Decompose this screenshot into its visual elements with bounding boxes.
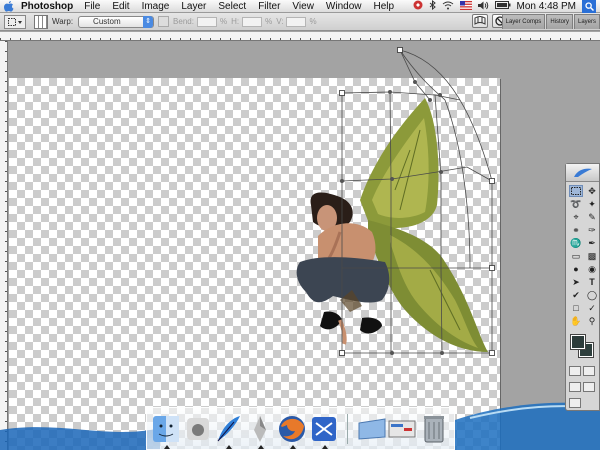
spotlight-icon[interactable] [582, 0, 596, 13]
bluetooth-icon[interactable] [429, 0, 436, 13]
pen-tool-icon[interactable]: ✔ [569, 289, 583, 301]
standard-mode-icon[interactable] [569, 366, 581, 376]
flag-icon[interactable] [459, 0, 472, 13]
h-distortion-field[interactable] [242, 16, 263, 27]
transform-icon [8, 17, 22, 26]
menu-help[interactable]: Help [368, 1, 401, 12]
palette-well: Layer Comps History Layers [501, 14, 600, 29]
feather-icon[interactable] [213, 413, 243, 449]
slice-tool-icon[interactable]: ✎ [585, 211, 599, 223]
menu-extras: Mon 4:48 PM [413, 0, 600, 13]
dodge-tool-icon[interactable]: ◉ [585, 263, 599, 275]
type-tool-icon[interactable]: T [585, 276, 599, 288]
menu-filter[interactable]: Filter [252, 1, 286, 12]
v-distortion-field[interactable] [286, 16, 307, 27]
screen-mode-row [566, 379, 599, 395]
document-canvas[interactable] [9, 78, 500, 450]
battery-icon[interactable] [494, 1, 511, 12]
tab-layers[interactable]: Layers [573, 14, 600, 29]
foreground-color-swatch[interactable] [570, 334, 586, 350]
eraser-tool-icon[interactable]: ▭ [569, 250, 583, 262]
healing-brush-tool-icon[interactable]: ⚭ [569, 224, 583, 236]
feather-logo-icon [573, 168, 592, 177]
airport-icon[interactable] [442, 1, 454, 13]
paint-bucket-tool-icon[interactable]: ▩ [585, 250, 599, 262]
warp-style-select[interactable]: Custom ⇕ [78, 15, 155, 28]
dock [146, 407, 455, 450]
bend-field[interactable] [196, 16, 217, 27]
tab-layer-comps[interactable]: Layer Comps [501, 14, 546, 29]
tab-history[interactable]: History [546, 14, 573, 29]
standard-screen-mode-icon[interactable] [569, 382, 581, 392]
tool-preset-picker[interactable] [4, 14, 26, 29]
menu-window[interactable]: Window [320, 1, 368, 12]
lasso-tool-icon[interactable]: ➰ [569, 198, 583, 210]
tools-palette: ✥ ➰ ✦ ⌖ ✎ ⚭ ✑ ♏ ✒ ▭ ▩ ● ◉ ➤ T ✔ ◯ □ ✓ ✋ … [565, 163, 600, 411]
history-brush-tool-icon[interactable]: ✒ [585, 237, 599, 249]
path-selection-tool-icon[interactable]: ➤ [569, 276, 583, 288]
change-orientation-button[interactable] [158, 16, 170, 27]
finder-icon[interactable] [151, 413, 181, 449]
jump-to-row [566, 395, 599, 411]
bend-label: Bend: [173, 17, 194, 26]
brush-tool-icon[interactable]: ✑ [585, 224, 599, 236]
quick-mask-mode-icon[interactable] [583, 366, 595, 376]
menu-layer[interactable]: Layer [175, 1, 212, 12]
color-swatches [566, 331, 599, 363]
quick-mask-row [566, 363, 599, 379]
h-percent: % [265, 17, 273, 26]
folder-icon[interactable] [357, 413, 387, 445]
move-tool-icon[interactable]: ✥ [585, 185, 599, 197]
warp-style-value: Custom [93, 17, 121, 26]
menu-view[interactable]: View [286, 1, 320, 12]
clone-stamp-tool-icon[interactable]: ♏ [569, 237, 583, 249]
clock[interactable]: Mon 4:48 PM [517, 1, 576, 12]
marquee-tool-icon[interactable] [569, 185, 583, 197]
tool-grid: ✥ ➰ ✦ ⌖ ✎ ⚭ ✑ ♏ ✒ ▭ ▩ ● ◉ ➤ T ✔ ◯ □ ✓ ✋ … [566, 182, 599, 327]
jump-to-imageready-icon[interactable] [569, 398, 581, 408]
h-label: H: [231, 17, 240, 26]
vertical-ruler[interactable] [0, 41, 8, 450]
hand-tool-icon[interactable]: ✋ [569, 315, 583, 327]
warp-grid-icon [474, 16, 486, 25]
warp-mode-icon[interactable] [34, 14, 48, 29]
shape-tool-icon[interactable]: ◯ [585, 289, 599, 301]
eyedropper-tool-icon[interactable]: ✓ [585, 302, 599, 314]
firefox-icon[interactable] [277, 413, 307, 449]
mail-icon[interactable] [309, 413, 339, 449]
menu-edit[interactable]: Edit [106, 1, 135, 12]
adobe-updater-icon[interactable] [413, 0, 423, 13]
terminal-icon[interactable] [387, 413, 417, 445]
app-menu[interactable]: Photoshop [18, 1, 78, 12]
menu-select[interactable]: Select [212, 1, 252, 12]
notes-tool-icon[interactable]: □ [569, 302, 583, 314]
trash-icon[interactable] [419, 413, 449, 445]
photoshop-icon[interactable] [245, 413, 275, 449]
blur-tool-icon[interactable]: ● [569, 263, 583, 275]
magic-wand-tool-icon[interactable]: ✦ [585, 198, 599, 210]
chevron-updown-icon: ⇕ [143, 15, 154, 28]
dock-separator [347, 414, 348, 444]
apple-icon[interactable] [0, 0, 18, 13]
full-screen-mode-icon[interactable] [583, 382, 595, 392]
horizontal-ruler[interactable] [0, 32, 600, 41]
bend-percent: % [219, 17, 228, 26]
apple-store-icon[interactable] [183, 413, 213, 445]
v-label: V: [276, 17, 284, 26]
zoom-tool-icon[interactable]: ⚲ [585, 315, 599, 327]
volume-icon[interactable] [477, 1, 489, 13]
toggle-warp-free-transform-button[interactable] [472, 14, 488, 28]
menu-file[interactable]: File [78, 1, 106, 12]
menu-image[interactable]: Image [136, 1, 176, 12]
options-bar: Warp: Custom ⇕ Bend: % H: % V: % Layer C… [0, 13, 600, 31]
tools-palette-header[interactable] [566, 164, 599, 182]
warp-label: Warp: [52, 17, 74, 26]
crop-tool-icon[interactable]: ⌖ [569, 211, 583, 223]
menu-bar: Photoshop File Edit Image Layer Select F… [0, 0, 600, 13]
v-percent: % [309, 17, 317, 26]
